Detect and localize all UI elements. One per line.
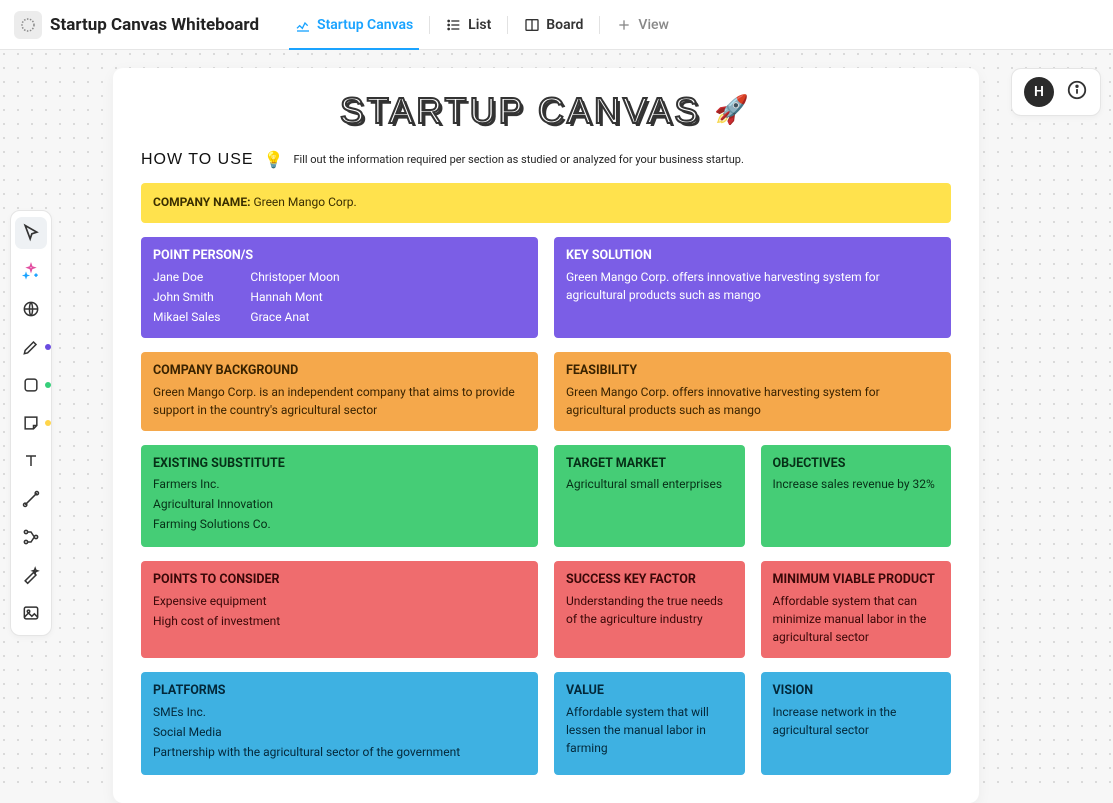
card-body: Green Mango Corp. offers innovative harv… (566, 268, 939, 304)
person: Mikael Sales (153, 308, 220, 326)
rocket-icon: 🚀 (714, 94, 752, 125)
card-title: COMPANY BACKGROUND (153, 362, 526, 381)
doc-title[interactable]: Startup Canvas Whiteboard (50, 15, 259, 35)
lightbulb-icon: 💡 (264, 150, 284, 169)
ai-sparkle-tool[interactable] (15, 255, 47, 287)
card-body: Increase network in the agricultural sec… (773, 703, 940, 739)
canvas-title: STARTUP CANVAS 🚀 (141, 90, 951, 132)
card-title: MINIMUM VIABLE PRODUCT (773, 571, 940, 590)
card-body: Understanding the true needs of the agri… (566, 592, 733, 628)
tab-board[interactable]: Board (514, 0, 593, 49)
note-color-indicator (45, 420, 51, 426)
list-item: Partnership with the agricultural sector… (153, 743, 526, 761)
card-company-name[interactable]: COMPANY NAME: Green Mango Corp. (141, 183, 951, 223)
card-points-to-consider[interactable]: POINTS TO CONSIDER Expensive equipment H… (141, 561, 538, 658)
user-avatar[interactable]: H (1024, 77, 1054, 107)
divider (507, 16, 508, 34)
company-name-label: COMPANY NAME: (153, 195, 250, 209)
list-item: Farming Solutions Co. (153, 515, 526, 533)
card-body: Affordable system that can minimize manu… (773, 592, 940, 646)
card-mvp[interactable]: MINIMUM VIABLE PRODUCT Affordable system… (761, 561, 952, 658)
card-title: SUCCESS KEY FACTOR (566, 571, 733, 590)
magic-tool[interactable] (15, 559, 47, 591)
card-feasibility[interactable]: FEASIBILITY Green Mango Corp. offers inn… (554, 352, 951, 431)
card-success-key-factor[interactable]: SUCCESS KEY FACTOR Understanding the tru… (554, 561, 745, 658)
diagram-tool[interactable] (15, 521, 47, 553)
card-title: TARGET MARKET (566, 455, 733, 474)
card-vision[interactable]: VISION Increase network in the agricultu… (761, 672, 952, 775)
card-existing-substitute[interactable]: EXISTING SUBSTITUTE Farmers Inc. Agricul… (141, 445, 538, 548)
card-title: OBJECTIVES (773, 455, 940, 474)
person: Jane Doe (153, 268, 220, 286)
connector-tool[interactable] (15, 483, 47, 515)
view-tabs: Startup Canvas List Board View (285, 0, 679, 49)
shape-tool[interactable] (15, 369, 47, 401)
divider (429, 16, 430, 34)
top-bar: Startup Canvas Whiteboard Startup Canvas… (0, 0, 1113, 50)
card-body: Agricultural small enterprises (566, 475, 733, 493)
tab-list[interactable]: List (436, 0, 501, 49)
list-item: Agricultural Innovation (153, 495, 526, 513)
card-title: VISION (773, 682, 940, 701)
card-point-persons[interactable]: POINT PERSON/S Jane Doe John Smith Mikae… (141, 237, 538, 338)
card-target-market[interactable]: TARGET MARKET Agricultural small enterpr… (554, 445, 745, 548)
list-item: Expensive equipment (153, 592, 526, 610)
canvas-area[interactable]: STARTUP CANVAS 🚀 HOW TO USE 💡 Fill out t… (113, 68, 979, 803)
pointer-tool[interactable] (15, 217, 47, 249)
card-title: FEASIBILITY (566, 362, 939, 381)
card-title: VALUE (566, 682, 733, 701)
shape-color-indicator (45, 382, 51, 388)
howto-text: Fill out the information required per se… (293, 153, 743, 166)
howto-row: HOW TO USE 💡 Fill out the information re… (141, 150, 951, 169)
tab-label: List (468, 17, 491, 33)
doc-icon[interactable] (14, 11, 42, 39)
canvas-title-text: STARTUP CANVAS (340, 90, 701, 131)
card-title: POINT PERSON/S (153, 247, 526, 266)
card-title: KEY SOLUTION (566, 247, 939, 266)
info-icon[interactable] (1066, 79, 1088, 105)
person: Christoper Moon (250, 268, 339, 286)
person: Grace Anat (250, 308, 339, 326)
tab-label: Board (546, 17, 583, 33)
list-item: High cost of investment (153, 612, 526, 630)
card-company-background[interactable]: COMPANY BACKGROUND Green Mango Corp. is … (141, 352, 538, 431)
text-tool[interactable] (15, 445, 47, 477)
tab-label: Startup Canvas (317, 17, 413, 33)
card-key-solution[interactable]: KEY SOLUTION Green Mango Corp. offers in… (554, 237, 951, 338)
presence-bar: H (1011, 68, 1101, 116)
person: Hannah Mont (250, 288, 339, 306)
tab-add-view[interactable]: View (606, 0, 679, 49)
card-title: EXISTING SUBSTITUTE (153, 455, 526, 474)
card-body: Affordable system that will lessen the m… (566, 703, 733, 757)
tab-label: View (638, 17, 669, 33)
card-body: Green Mango Corp. is an independent comp… (153, 383, 526, 419)
web-tool[interactable] (15, 293, 47, 325)
card-title: PLATFORMS (153, 682, 526, 701)
card-platforms[interactable]: PLATFORMS SMEs Inc. Social Media Partner… (141, 672, 538, 775)
howto-label: HOW TO USE (141, 151, 254, 169)
list-item: SMEs Inc. (153, 703, 526, 721)
pen-tool[interactable] (15, 331, 47, 363)
workspace: H STARTUP CANVAS 🚀 HOW TO USE 💡 Fill out… (0, 50, 1113, 783)
card-value[interactable]: VALUE Affordable system that will lessen… (554, 672, 745, 775)
card-objectives[interactable]: OBJECTIVES Increase sales revenue by 32% (761, 445, 952, 548)
list-item: Social Media (153, 723, 526, 741)
card-body: Increase sales revenue by 32% (773, 475, 940, 493)
card-title: POINTS TO CONSIDER (153, 571, 526, 590)
card-body: Green Mango Corp. offers innovative harv… (566, 383, 939, 419)
sticky-note-tool[interactable] (15, 407, 47, 439)
pen-color-indicator (45, 344, 51, 350)
side-toolbar (10, 210, 52, 636)
image-tool[interactable] (15, 597, 47, 629)
person: John Smith (153, 288, 220, 306)
tab-startup-canvas[interactable]: Startup Canvas (285, 0, 423, 49)
company-name-value: Green Mango Corp. (253, 195, 356, 209)
divider (599, 16, 600, 34)
list-item: Farmers Inc. (153, 475, 526, 493)
